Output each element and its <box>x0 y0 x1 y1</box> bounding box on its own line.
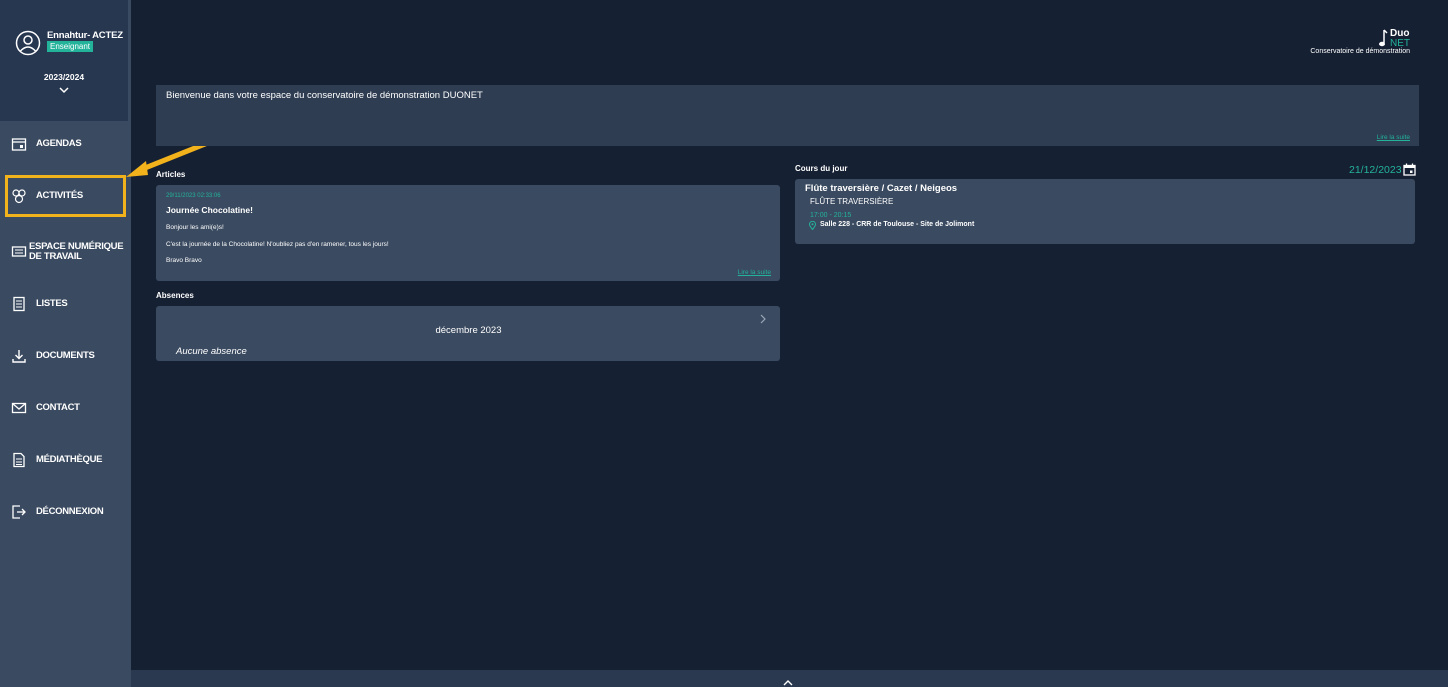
music-note-icon <box>1379 29 1388 47</box>
welcome-text: Bienvenue dans votre espace du conservat… <box>166 90 483 101</box>
nav-label-documents: DOCUMENTS <box>36 350 95 361</box>
course-place: Salle 228 - CRR de Toulouse - Site de Jo… <box>820 221 975 228</box>
nav-label-espace-numerique: ESPACE NUMÉRIQUE DE TRAVAIL <box>29 242 124 262</box>
courses-date[interactable]: 21/12/2023 <box>1349 164 1402 176</box>
absences-empty: Aucune absence <box>176 346 247 357</box>
welcome-read-more-link[interactable]: Lire la suite <box>1377 134 1410 141</box>
workspace-icon <box>11 246 27 257</box>
chevron-right-icon[interactable] <box>758 313 768 325</box>
article-line-2: C'est la journée de la Chocolatine! N'ou… <box>166 241 389 248</box>
chevron-down-icon[interactable] <box>58 85 70 95</box>
school-year[interactable]: 2023/2024 <box>0 72 128 82</box>
nav-item-documents[interactable]: DOCUMENTS <box>0 336 128 376</box>
nav-item-contact[interactable]: CONTACT <box>0 388 128 428</box>
nav-item-espace-numerique[interactable]: ESPACE NUMÉRIQUE DE TRAVAIL <box>0 232 128 272</box>
nav-label-deconnexion: DÉCONNEXION <box>36 506 104 517</box>
article-line-3: Bravo Bravo <box>166 257 202 262</box>
nav-label-contact: CONTACT <box>36 402 80 413</box>
nav-label-listes: LISTES <box>36 298 68 309</box>
mail-icon <box>11 402 27 414</box>
nav-label-line2: DE TRAVAIL <box>29 251 82 262</box>
location-pin-icon <box>809 221 816 230</box>
activites-highlight-box <box>5 175 126 217</box>
absences-month: décembre 2023 <box>435 325 502 336</box>
articles-title: Articles <box>156 170 186 179</box>
absences-title: Absences <box>156 291 194 300</box>
nav-label-mediatheque: MÉDIATHÈQUE <box>36 454 103 465</box>
lists-icon <box>13 296 25 312</box>
library-icon <box>13 452 25 468</box>
course-card[interactable]: Flûte traversière / Cazet / Neigeos FLÛT… <box>795 179 1415 244</box>
course-time: 17:00 - 20:15 <box>810 212 852 219</box>
calendar-icon[interactable] <box>1403 163 1416 176</box>
role-badge: Enseignant <box>47 41 94 52</box>
article-headline: Journée Chocolatine! <box>166 205 253 215</box>
absences-card: décembre 2023 Aucune absence <box>156 306 780 361</box>
courses-title: Cours du jour <box>795 164 848 173</box>
course-subject: FLÛTE TRAVERSIÈRE <box>810 197 894 206</box>
agenda-icon <box>11 138 27 151</box>
conservatory-name: Conservatoire de démonstration <box>1310 48 1410 55</box>
course-title: Flûte traversière / Cazet / Neigeos <box>805 183 958 194</box>
logout-icon <box>12 505 26 519</box>
chevron-up-icon[interactable] <box>782 678 794 687</box>
nav-label-agendas: AGENDAS <box>36 138 82 149</box>
nav-item-agendas[interactable]: AGENDAS <box>0 124 128 164</box>
article-card: 29/11/2023 02:33:06 Journée Chocolatine!… <box>156 185 780 281</box>
download-icon <box>12 350 26 363</box>
user-name: Ennahtur- ACTEZ <box>47 30 123 41</box>
article-line-1: Bonjour les ami(e)s! <box>166 224 224 231</box>
sidebar: Ennahtur- ACTEZ Enseignant 2023/2024 AGE… <box>0 0 131 687</box>
article-date: 29/11/2023 02:33:06 <box>166 193 221 199</box>
user-avatar-icon[interactable] <box>15 30 41 56</box>
welcome-banner: Bienvenue dans votre espace du conservat… <box>156 85 1419 146</box>
nav-item-listes[interactable]: LISTES <box>0 284 128 324</box>
nav-item-mediatheque[interactable]: MÉDIATHÈQUE <box>0 440 128 480</box>
profile-panel: Ennahtur- ACTEZ Enseignant 2023/2024 <box>0 0 128 121</box>
article-read-more-link[interactable]: Lire la suite <box>738 269 771 276</box>
nav-item-deconnexion[interactable]: DÉCONNEXION <box>0 492 128 532</box>
